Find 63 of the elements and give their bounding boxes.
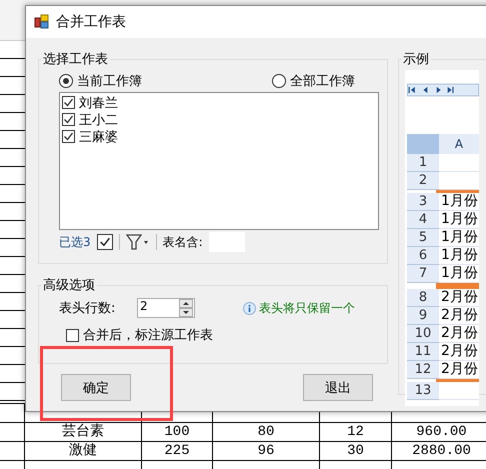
row-number: 13	[407, 382, 440, 400]
row-number: 8	[407, 289, 440, 307]
table-cell: 30	[320, 442, 392, 460]
table-cell: 100	[142, 423, 213, 441]
field-label: 表头行数:	[59, 300, 116, 317]
filter-label: 表名含:	[162, 234, 203, 250]
row-number: 11	[407, 343, 440, 361]
radio-button[interactable]: 全部工作簿	[272, 72, 355, 90]
row-number: 6	[407, 247, 440, 265]
selected-count: 已选3	[59, 234, 91, 250]
group-title: 示例	[402, 51, 430, 68]
table-cell: 2月份	[439, 325, 480, 343]
table-cell: 225	[142, 442, 213, 460]
spin-arrows-icon[interactable]	[179, 299, 193, 317]
table-cell: 1月份	[439, 229, 480, 247]
group-title: 选择工作表	[42, 51, 109, 68]
table-cell: 2月份	[439, 289, 480, 307]
checkbox[interactable]	[62, 113, 75, 126]
checkbox[interactable]	[62, 130, 75, 143]
corner-cell	[407, 134, 440, 154]
row-number: 5	[407, 229, 440, 247]
table-cell: 960.00	[392, 423, 486, 441]
sheet-nav-icon	[407, 82, 480, 98]
radio-icon[interactable]	[59, 74, 73, 88]
table-cell: 2月份	[439, 361, 480, 379]
hint-text: 表头将只保留一个	[259, 300, 355, 316]
select-all-checkbox[interactable]	[96, 234, 113, 250]
filter-icon[interactable]	[126, 233, 150, 251]
table-cell: 1月份	[439, 193, 480, 211]
window-title: 合并工作表	[56, 13, 126, 31]
table-cell: 2月份	[439, 307, 480, 325]
table-cell: 80	[213, 423, 320, 441]
table-cell: 12	[320, 423, 392, 441]
sheet-item[interactable]: 三麻婆	[62, 128, 376, 145]
spin-field[interactable]: 2	[137, 298, 195, 318]
sheet-item[interactable]: 王小二	[62, 111, 376, 128]
table-cell: 2880.00	[392, 442, 486, 460]
row-number: 10	[407, 325, 440, 343]
row-number: 3	[407, 193, 440, 211]
row-number: 7	[407, 265, 440, 283]
app-icon	[34, 14, 50, 30]
group-title: 高级选项	[42, 277, 96, 294]
table-cell: 96	[213, 442, 320, 460]
row-number: 2	[407, 172, 440, 190]
checkbox[interactable]	[62, 96, 75, 109]
dialog-button[interactable]: 退出	[303, 374, 374, 401]
row-number: 4	[407, 211, 440, 229]
table-cell: 激健	[25, 442, 142, 460]
sheet-item[interactable]: 刘春兰	[62, 94, 376, 111]
row-number: 9	[407, 307, 440, 325]
dialog-button[interactable]: 确定	[61, 374, 131, 401]
table-cell: 1月份	[439, 211, 480, 229]
table-cell: 芸台素	[25, 423, 142, 441]
table-cell: 1月份	[439, 265, 480, 283]
column-header: A	[439, 134, 480, 154]
row-number: 1	[407, 154, 440, 172]
table-cell: 2月份	[439, 343, 480, 361]
radio-button[interactable]: 当前工作簿	[59, 72, 142, 90]
radio-icon[interactable]	[272, 74, 286, 88]
info-icon	[243, 302, 256, 314]
table-cell: 1月份	[439, 247, 480, 265]
row-number: 12	[407, 361, 440, 379]
checkbox[interactable]: 合并后，标注源工作表	[66, 326, 213, 344]
